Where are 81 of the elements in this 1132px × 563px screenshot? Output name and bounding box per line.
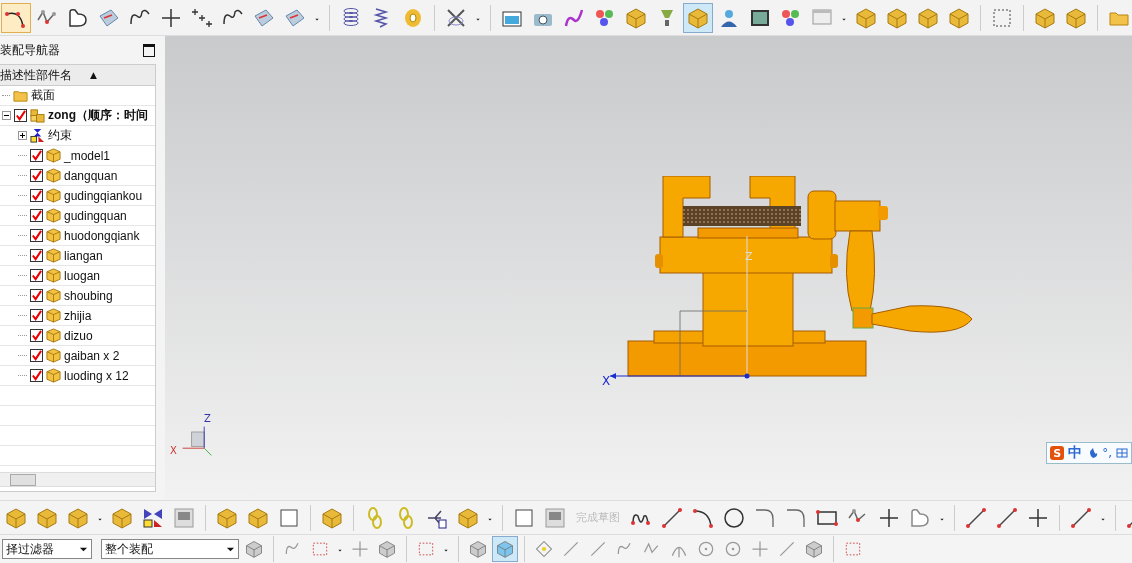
cube-icon [46, 288, 61, 303]
cube-icon [46, 228, 61, 243]
checkbox[interactable] [30, 369, 43, 382]
tree-row[interactable]: dangquan [0, 166, 155, 186]
tree-row[interactable]: zong（顺序：时间 [0, 106, 155, 126]
tree-label: luoding x 12 [64, 368, 129, 383]
tree-label: 截面 [31, 87, 55, 104]
cube-icon [46, 308, 61, 323]
language-toggle[interactable]: 中 [1068, 444, 1083, 462]
checkbox[interactable] [30, 209, 43, 222]
checkbox[interactable] [30, 229, 43, 242]
checkbox[interactable] [30, 169, 43, 182]
cube-icon [46, 328, 61, 343]
scroll-thumb[interactable] [10, 474, 36, 486]
tree-row[interactable]: gaiban x 2 [0, 346, 155, 366]
tree-row[interactable]: 约束 [0, 126, 155, 146]
collapse-icon[interactable] [2, 111, 11, 120]
checkbox[interactable] [30, 309, 43, 322]
tree-row[interactable]: huodongqiank [0, 226, 155, 246]
dropdown[interactable]: 择过滤器 [2, 539, 92, 559]
cube-icon [46, 268, 61, 283]
sort-arrow[interactable]: ▲ [90, 70, 97, 80]
panel-title: 装配导航器 [0, 41, 60, 59]
tree-row[interactable]: luogan [0, 266, 155, 286]
arc-icon[interactable] [2, 3, 30, 32]
maximize-icon[interactable] [143, 43, 155, 57]
axis-label: X [170, 445, 177, 456]
tree-label: dizuo [64, 328, 93, 343]
cube-icon [46, 368, 61, 383]
tree-row[interactable]: liangan [0, 246, 155, 266]
cube-icon[interactable] [684, 3, 712, 32]
checkbox[interactable] [30, 149, 43, 162]
input-method-bar[interactable]: S 中 °, [1046, 442, 1132, 464]
tree-label: shoubing [64, 288, 113, 303]
tree-label: zhijia [64, 308, 92, 323]
tree-label: gudingqiankou [64, 188, 143, 203]
keyboard-icon[interactable] [1116, 447, 1128, 459]
tree-label: huodongqiank [64, 228, 140, 243]
dropdown[interactable]: 整个装配 [101, 539, 239, 559]
constraint-icon [30, 128, 45, 143]
punctuation-toggle[interactable]: °, [1102, 446, 1112, 460]
expand-icon[interactable] [18, 131, 27, 140]
cube-icon [46, 348, 61, 363]
folder-icon [13, 88, 28, 103]
checkbox[interactable] [30, 249, 43, 262]
checkbox[interactable] [30, 289, 43, 302]
checkbox[interactable] [30, 269, 43, 282]
cube-icon [46, 148, 61, 163]
cube-icon [46, 168, 61, 183]
tree-row[interactable]: 截面 [0, 86, 155, 106]
checkbox[interactable] [14, 109, 27, 122]
checkbox[interactable] [30, 349, 43, 362]
tree-row[interactable]: zhijia [0, 306, 155, 326]
tree-row[interactable]: luoding x 12 [0, 366, 155, 386]
cube-icon[interactable] [493, 537, 517, 561]
cube-icon [46, 248, 61, 263]
tree-label: 约束 [48, 127, 72, 144]
column-header[interactable]: 描述性部件名 ▲ [0, 65, 155, 86]
tree-label: gudingquan [64, 208, 127, 223]
tree-row[interactable]: gudingqiankou [0, 186, 155, 206]
tree-label: dangquan [64, 168, 118, 183]
tree-label: liangan [64, 248, 103, 263]
tree-row[interactable]: _model1 [0, 146, 155, 166]
tree-label: zong（顺序：时间 [48, 107, 148, 124]
axis-label: Z [204, 413, 211, 424]
column-title: 描述性部件名 [0, 66, 72, 84]
tree-row[interactable]: dizuo [0, 326, 155, 346]
cube-icon [46, 208, 61, 223]
tree-row[interactable]: shoubing [0, 286, 155, 306]
cubes-icon [30, 108, 45, 123]
axis-label: X [602, 374, 611, 388]
s-logo-icon[interactable]: S [1050, 446, 1065, 460]
checkbox[interactable] [30, 329, 43, 342]
tree-label: luogan [64, 268, 101, 283]
checkbox[interactable] [30, 189, 43, 202]
tree-label: gaiban x 2 [64, 348, 120, 363]
tree-label: _model1 [64, 148, 111, 163]
cube-icon [46, 188, 61, 203]
axis-label: Z [745, 250, 753, 263]
horizontal-scrollbar[interactable] [0, 472, 155, 487]
tree-row[interactable]: gudingquan [0, 206, 155, 226]
